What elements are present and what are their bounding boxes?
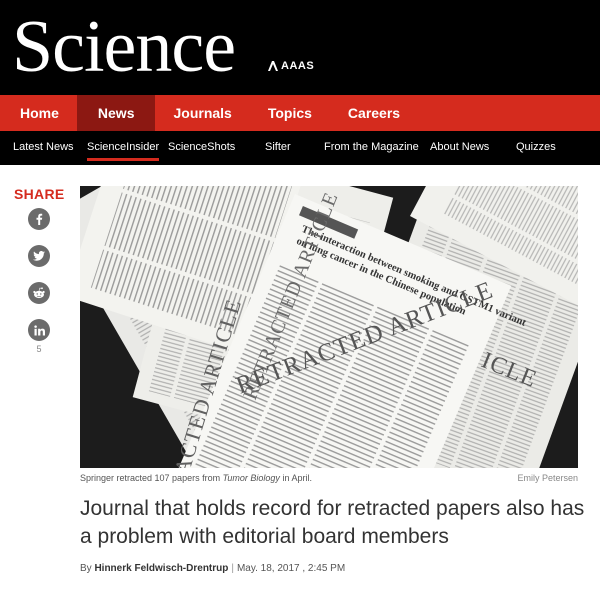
- sub-nav: Latest News ScienceInsider ScienceShots …: [0, 131, 600, 165]
- main-nav: Home News Journals Topics Careers: [0, 95, 600, 131]
- linkedin-icon: [33, 324, 45, 335]
- article-photo: The interaction between smoking and GSTM…: [80, 186, 578, 468]
- twitter-icon: [33, 251, 45, 261]
- nav-topics[interactable]: Topics: [250, 95, 330, 131]
- share-twitter-button[interactable]: [28, 245, 50, 267]
- aaas-label: AAAS: [281, 60, 315, 72]
- byline-by: By: [80, 563, 92, 574]
- photo-caption: Springer retracted 107 papers from Tumor…: [80, 473, 578, 483]
- share-linkedin-button[interactable]: [28, 319, 50, 341]
- reddit-icon: [33, 287, 45, 299]
- science-logo[interactable]: Science: [12, 2, 236, 92]
- subnav-scienceshots[interactable]: ScienceShots: [168, 131, 235, 165]
- subnav-about-news[interactable]: About News: [430, 131, 489, 165]
- masthead: Science AAAS: [0, 0, 600, 95]
- caption-text: Springer retracted 107 papers from: [80, 473, 223, 483]
- nav-home[interactable]: Home: [0, 95, 77, 131]
- facebook-icon: [36, 213, 43, 225]
- share-title: SHARE: [14, 186, 65, 202]
- share-panel: SHARE 5: [14, 186, 64, 354]
- subnav-quizzes[interactable]: Quizzes: [516, 131, 556, 165]
- subnav-scienceinsider[interactable]: ScienceInsider: [87, 131, 160, 165]
- share-facebook-button[interactable]: [28, 208, 50, 230]
- byline: By Hinnerk Feldwisch-Drentrup | May. 18, 2…: [80, 563, 345, 574]
- article-headline: Journal that holds record for retracted …: [80, 497, 585, 548]
- byline-separator: |: [231, 563, 234, 574]
- nav-news[interactable]: News: [76, 95, 156, 131]
- nav-careers[interactable]: Careers: [330, 95, 418, 131]
- publish-date: May. 18, 2017 , 2:45 PM: [236, 563, 346, 574]
- subnav-latest-news[interactable]: Latest News: [13, 131, 74, 165]
- aaas-mark-icon: [268, 61, 278, 71]
- retracted-papers-image: The interaction between smoking and GSTM…: [80, 186, 578, 468]
- aaas-logo[interactable]: AAAS: [268, 60, 314, 72]
- caption-text-end: in April.: [279, 473, 312, 483]
- share-reddit-button[interactable]: [28, 282, 50, 304]
- caption-journal: Tumor Biology: [222, 473, 280, 483]
- author-link[interactable]: Hinnerk Feldwisch-Drentrup: [94, 563, 228, 574]
- photo-credit: Emily Petersen: [517, 473, 578, 483]
- subnav-from-the-magazine[interactable]: From the Magazine: [324, 131, 419, 165]
- subnav-sifter[interactable]: Sifter: [265, 131, 291, 165]
- nav-journals[interactable]: Journals: [155, 95, 249, 131]
- share-count: 5: [36, 344, 42, 354]
